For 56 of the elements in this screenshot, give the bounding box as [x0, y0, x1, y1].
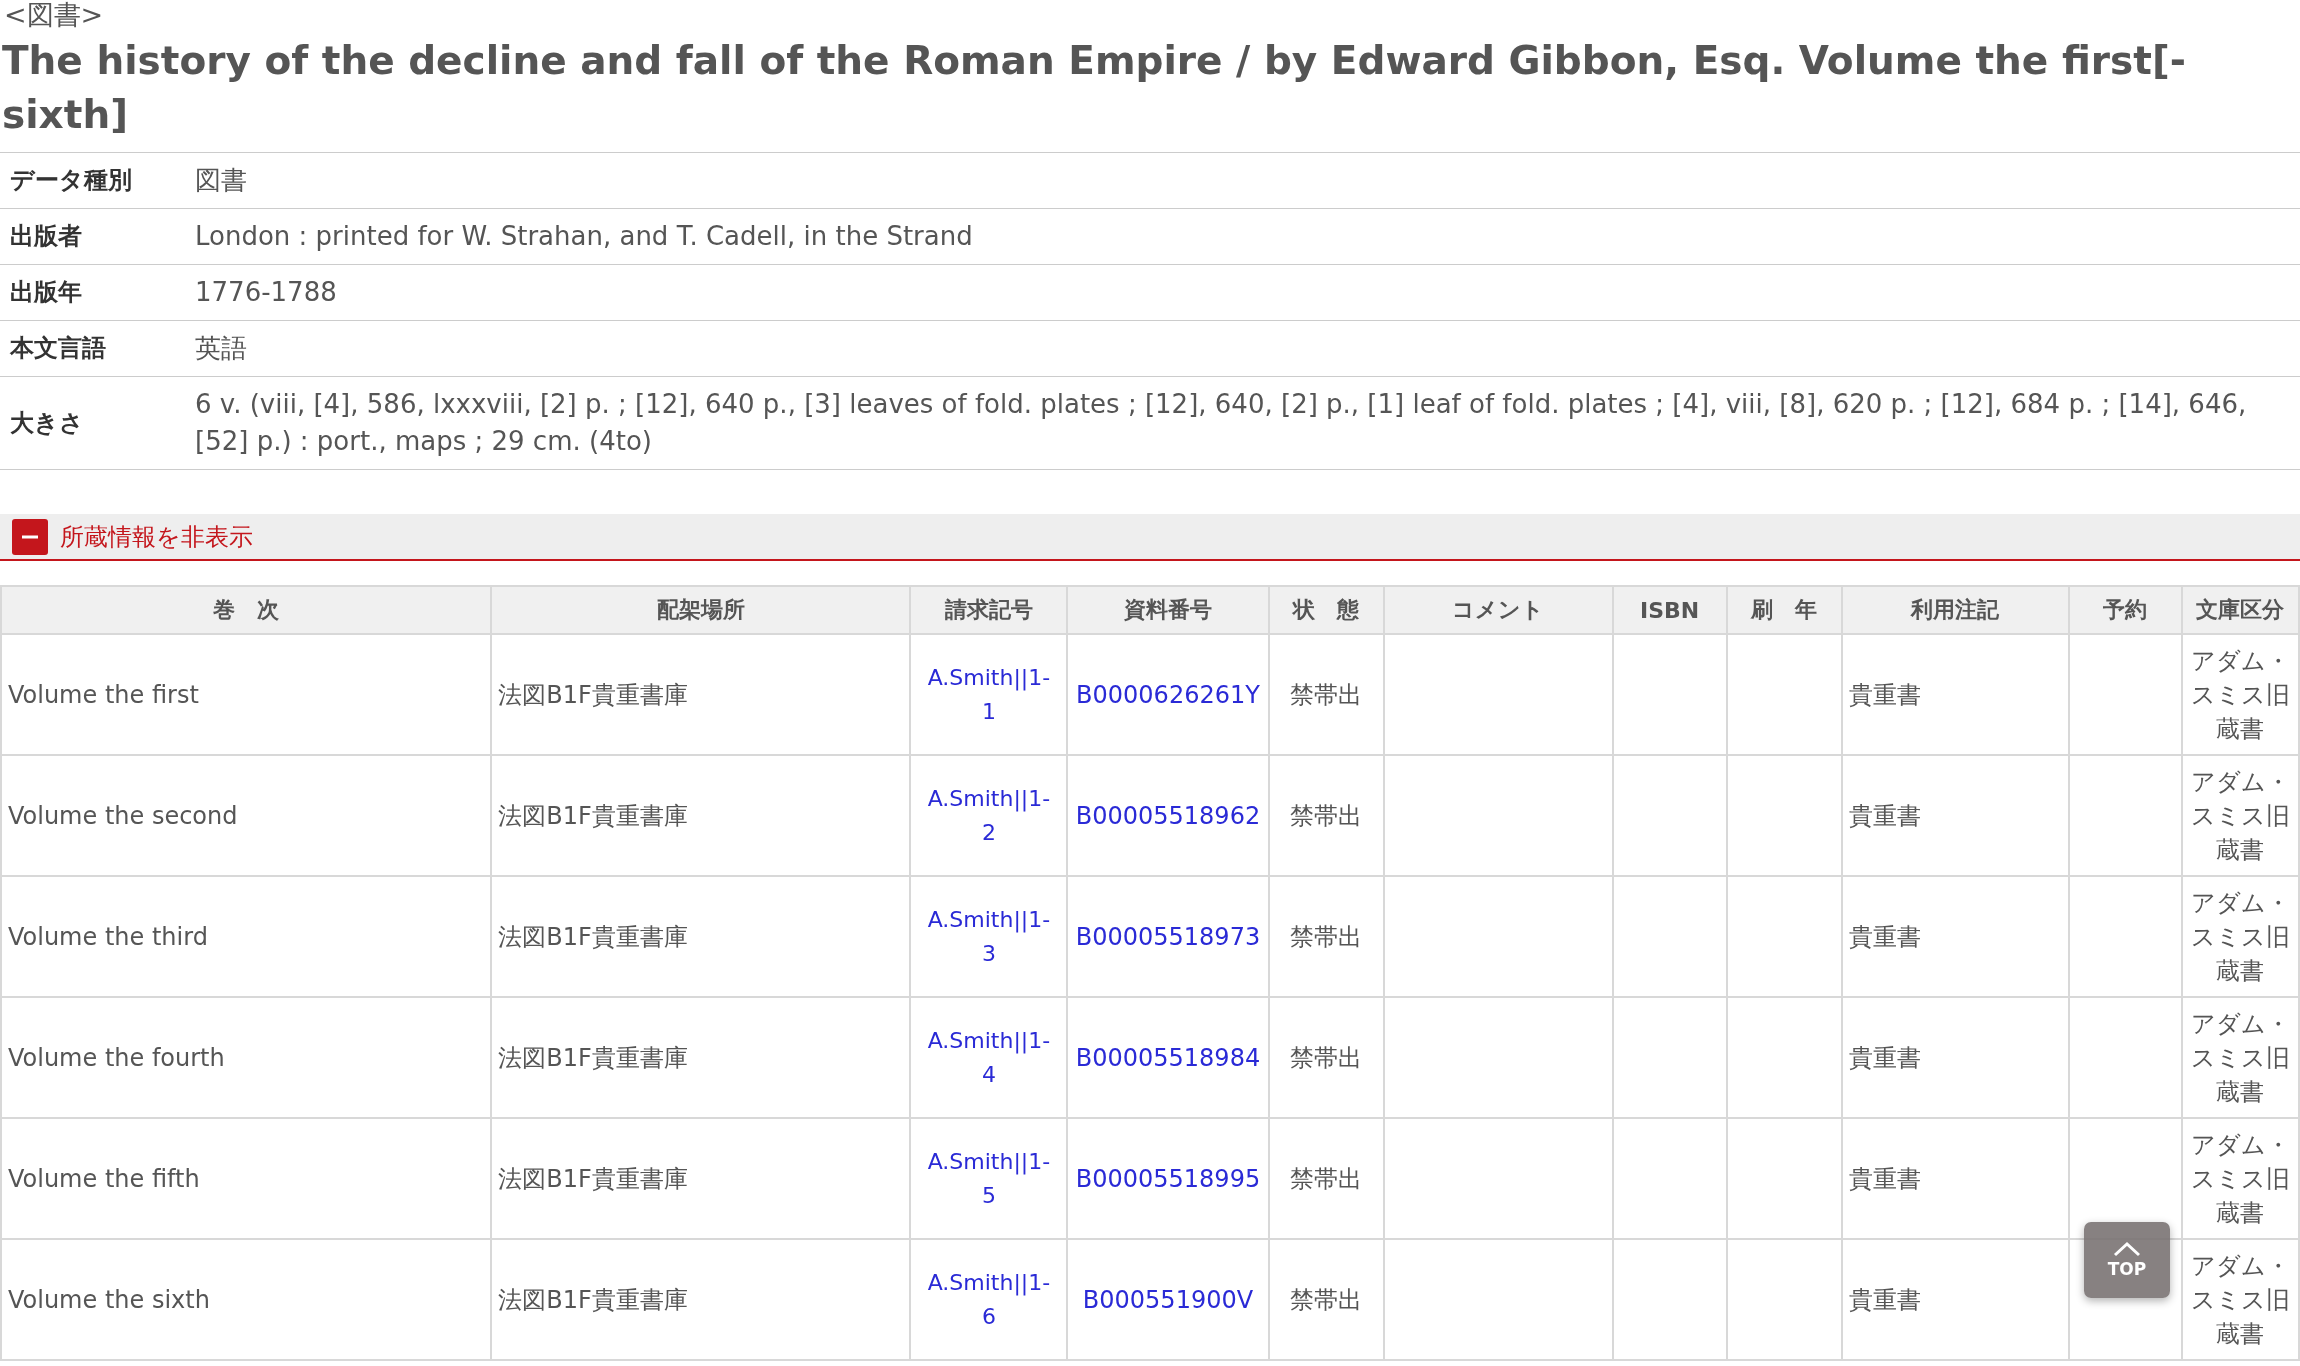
chevron-up-icon	[2113, 1241, 2141, 1257]
table-cell: 禁帯出	[1268, 876, 1384, 997]
column-header: コメント	[1383, 586, 1613, 634]
table-cell: Volume the third	[1, 876, 492, 997]
column-header: ISBN	[1612, 586, 1727, 634]
field-value: London : printed for W. Strahan, and T. Cadell, in the Strand	[185, 208, 2300, 265]
field-label: 出版者	[0, 208, 185, 265]
table-cell: アダム・スミス旧蔵書	[2181, 634, 2299, 755]
column-header: 請求記号	[910, 586, 1068, 634]
field-value: 英語	[185, 320, 2300, 377]
field-value: 6 v. (viii, [4], 586, lxxxviii, [2] p. ; [12], 640 p., [3] leaves of fold. plates ; [12], 640, [2] p., [1] leaf of fold. plates ; [4], viii, [8], 620 p. ; [12], 684 p. ; [14], 646, [52] p.) : port., maps ; 29 cm. (4to)	[185, 376, 2300, 470]
table-cell: 貴重書	[1841, 997, 2069, 1118]
category-label: <図書>	[3, 0, 105, 30]
column-header: 利用注記	[1841, 586, 2069, 634]
table-cell: 法図B1F貴重書庫	[491, 876, 911, 997]
table-cell: 法図B1F貴重書庫	[491, 997, 911, 1118]
table-cell: 法図B1F貴重書庫	[491, 1118, 911, 1239]
table-cell: アダム・スミス旧蔵書	[2181, 997, 2299, 1118]
table-cell: 禁帯出	[1268, 634, 1384, 755]
column-header: 文庫区分	[2181, 586, 2299, 634]
table-cell: アダム・スミス旧蔵書	[2181, 1118, 2299, 1239]
table-cell: 貴重書	[1841, 1239, 2069, 1360]
table-cell: アダム・スミス旧蔵書	[2181, 1239, 2299, 1360]
column-header: 状 態	[1268, 586, 1384, 634]
table-cell: 禁帯出	[1268, 1239, 1384, 1360]
table-cell: 貴重書	[1841, 876, 2069, 997]
column-header: 配架場所	[491, 586, 911, 634]
table-cell: Volume the fourth	[1, 997, 492, 1118]
field-label: 出版年	[0, 264, 185, 321]
field-label: 大きさ	[0, 376, 185, 470]
table-cell: アダム・スミス旧蔵書	[2181, 876, 2299, 997]
table-cell: 禁帯出	[1268, 755, 1384, 876]
table-cell: 禁帯出	[1268, 1118, 1384, 1239]
table-cell: Volume the sixth	[1, 1239, 492, 1360]
table-cell: 貴重書	[1841, 755, 2069, 876]
field-label: 本文言語	[0, 320, 185, 377]
field-label: データ種別	[0, 152, 185, 209]
table-cell: 法図B1F貴重書庫	[491, 1239, 911, 1360]
table-cell: 貴重書	[1841, 634, 2069, 755]
field-value: 図書	[185, 152, 2300, 209]
field-value: 1776-1788	[185, 264, 2300, 321]
back-to-top-button[interactable]: TOP	[2084, 1222, 2170, 1298]
table-cell: 禁帯出	[1268, 997, 1384, 1118]
column-header: 予約	[2068, 586, 2182, 634]
column-header: 資料番号	[1067, 586, 1269, 634]
record-title: The history of the decline and fall of the Roman Empire / by Edward Gibbon, Esq. Volume the first[-sixth]	[1, 37, 2187, 139]
column-header: 巻 次	[1, 586, 492, 634]
table-cell: 貴重書	[1841, 1118, 2069, 1239]
holdings-toggle[interactable]: 所蔵情報を非表示	[12, 518, 253, 555]
table-cell: Volume the second	[1, 755, 492, 876]
table-cell: 法図B1F貴重書庫	[491, 634, 911, 755]
table-cell: 法図B1F貴重書庫	[491, 755, 911, 876]
column-header: 刷 年	[1726, 586, 1842, 634]
table-cell: アダム・スミス旧蔵書	[2181, 755, 2299, 876]
table-cell: Volume the fifth	[1, 1118, 492, 1239]
table-cell: Volume the first	[1, 634, 492, 755]
